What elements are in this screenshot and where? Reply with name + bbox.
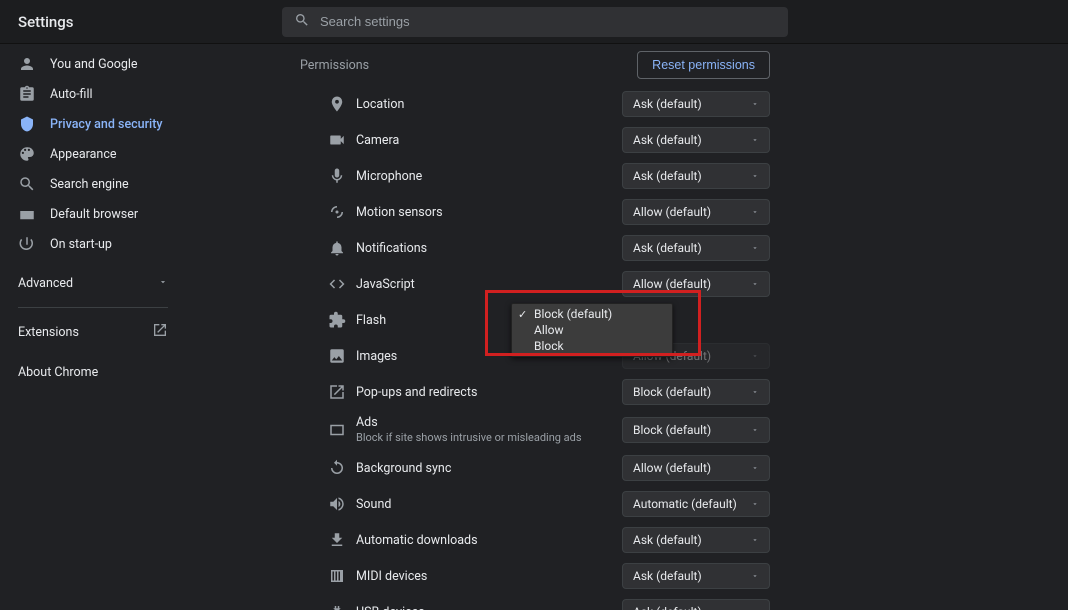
motion-icon: [328, 203, 346, 221]
code-icon: [328, 275, 346, 293]
sidebar-item-default-browser[interactable]: Default browser: [0, 199, 186, 229]
perm-row-usb-devices: USB devices Ask (default): [282, 594, 788, 610]
sidebar-item-label: Appearance: [50, 147, 117, 162]
clipboard-icon: [18, 85, 36, 103]
perm-select-javascript[interactable]: Allow (default): [622, 271, 770, 297]
perm-row-motion-sensors: Motion sensors Allow (default): [282, 194, 788, 230]
location-icon: [328, 95, 346, 113]
perm-name: Notifications: [356, 241, 622, 256]
usb-icon: [328, 603, 346, 610]
search-icon: [294, 12, 320, 32]
permissions-header: Permissions Reset permissions: [282, 44, 788, 86]
sync-icon: [328, 459, 346, 477]
perm-select-microphone[interactable]: Ask (default): [622, 163, 770, 189]
midi-icon: [328, 567, 346, 585]
sidebar-item-label: On start-up: [50, 237, 112, 252]
download-icon: [328, 531, 346, 549]
perm-select-notifications[interactable]: Ask (default): [622, 235, 770, 261]
palette-icon: [18, 145, 36, 163]
perm-name: MIDI devices: [356, 569, 622, 584]
perm-select-motion-sensors[interactable]: Allow (default): [622, 199, 770, 225]
perm-name: Location: [356, 97, 622, 112]
perm-name: Pop-ups and redirects: [356, 385, 622, 400]
microphone-icon: [328, 167, 346, 185]
perm-name: Camera: [356, 133, 622, 148]
perm-row-automatic-downloads: Automatic downloads Ask (default): [282, 522, 788, 558]
bell-icon: [328, 239, 346, 257]
perm-row-background-sync: Background sync Allow (default): [282, 450, 788, 486]
top-bar: Settings: [0, 0, 1068, 44]
perm-row-microphone: Microphone Ask (default): [282, 158, 788, 194]
sidebar-item-label: Privacy and security: [50, 117, 163, 132]
perm-row-ads: Ads Block if site shows intrusive or mis…: [282, 410, 788, 450]
sidebar-item-you-and-google[interactable]: You and Google: [0, 49, 186, 79]
perm-select-ads[interactable]: Block (default): [622, 417, 770, 443]
perm-name: Motion sensors: [356, 205, 622, 220]
sidebar-item-about[interactable]: About Chrome: [0, 352, 186, 392]
sound-icon: [328, 495, 346, 513]
extension-icon: [328, 311, 346, 329]
perm-select-automatic-downloads[interactable]: Ask (default): [622, 527, 770, 553]
sidebar-advanced-toggle[interactable]: Advanced: [0, 259, 186, 307]
chevron-down-icon: [158, 276, 168, 291]
content-area: Permissions Reset permissions Location A…: [186, 44, 1068, 610]
perm-select-background-sync[interactable]: Allow (default): [622, 455, 770, 481]
perm-row-notifications: Notifications Ask (default): [282, 230, 788, 266]
divider: [18, 307, 168, 308]
perm-row-midi-devices: MIDI devices Ask (default): [282, 558, 788, 594]
reset-permissions-button[interactable]: Reset permissions: [637, 51, 770, 79]
sidebar-item-appearance[interactable]: Appearance: [0, 139, 186, 169]
perm-name: Microphone: [356, 169, 622, 184]
shield-icon: [18, 115, 36, 133]
perm-name: Sound: [356, 497, 622, 512]
flash-option-block[interactable]: Block: [512, 338, 672, 354]
perm-name: Background sync: [356, 461, 622, 476]
perm-name: Ads: [356, 415, 622, 430]
perm-row-sound: Sound Automatic (default): [282, 486, 788, 522]
sidebar-item-privacy-security[interactable]: Privacy and security: [0, 109, 186, 139]
sidebar-item-on-startup[interactable]: On start-up: [0, 229, 186, 259]
perm-subtitle: Block if site shows intrusive or mislead…: [356, 430, 622, 445]
page-title: Settings: [0, 13, 282, 31]
perm-name: JavaScript: [356, 277, 622, 292]
flash-option-allow[interactable]: Allow: [512, 322, 672, 338]
ads-icon: [328, 421, 346, 439]
permissions-title: Permissions: [300, 58, 369, 73]
perm-select-popups[interactable]: Block (default): [622, 379, 770, 405]
sidebar-item-label: Default browser: [50, 207, 138, 222]
perm-select-usb-devices[interactable]: Ask (default): [622, 599, 770, 610]
search-icon: [18, 175, 36, 193]
camera-icon: [328, 131, 346, 149]
popup-icon: [328, 383, 346, 401]
sidebar-item-auto-fill[interactable]: Auto-fill: [0, 79, 186, 109]
flash-option-block-default[interactable]: Block (default): [512, 306, 672, 322]
perm-row-popups: Pop-ups and redirects Block (default): [282, 374, 788, 410]
power-icon: [18, 235, 36, 253]
person-icon: [18, 55, 36, 73]
perm-row-location: Location Ask (default): [282, 86, 788, 122]
flash-dropdown-menu: Block (default) Allow Block: [511, 303, 673, 357]
perm-select-location[interactable]: Ask (default): [622, 91, 770, 117]
perm-select-midi-devices[interactable]: Ask (default): [622, 563, 770, 589]
perm-select-camera[interactable]: Ask (default): [622, 127, 770, 153]
perm-name: Automatic downloads: [356, 533, 622, 548]
perm-row-camera: Camera Ask (default): [282, 122, 788, 158]
sidebar-item-label: Extensions: [18, 325, 79, 340]
sidebar-item-label: Auto-fill: [50, 87, 93, 102]
image-icon: [328, 347, 346, 365]
search-field[interactable]: [282, 7, 788, 37]
perm-select-sound[interactable]: Automatic (default): [622, 491, 770, 517]
sidebar-item-label: You and Google: [50, 57, 138, 72]
external-link-icon: [152, 322, 168, 342]
browser-icon: [18, 205, 36, 223]
sidebar-item-label: About Chrome: [18, 365, 98, 380]
sidebar: You and Google Auto-fill Privacy and sec…: [0, 44, 186, 610]
sidebar-item-extensions[interactable]: Extensions: [0, 312, 186, 352]
search-input[interactable]: [320, 14, 776, 29]
perm-row-javascript: JavaScript Allow (default): [282, 266, 788, 302]
sidebar-advanced-label: Advanced: [18, 276, 73, 291]
perm-name: USB devices: [356, 605, 622, 610]
sidebar-item-search-engine[interactable]: Search engine: [0, 169, 186, 199]
sidebar-item-label: Search engine: [50, 177, 129, 192]
